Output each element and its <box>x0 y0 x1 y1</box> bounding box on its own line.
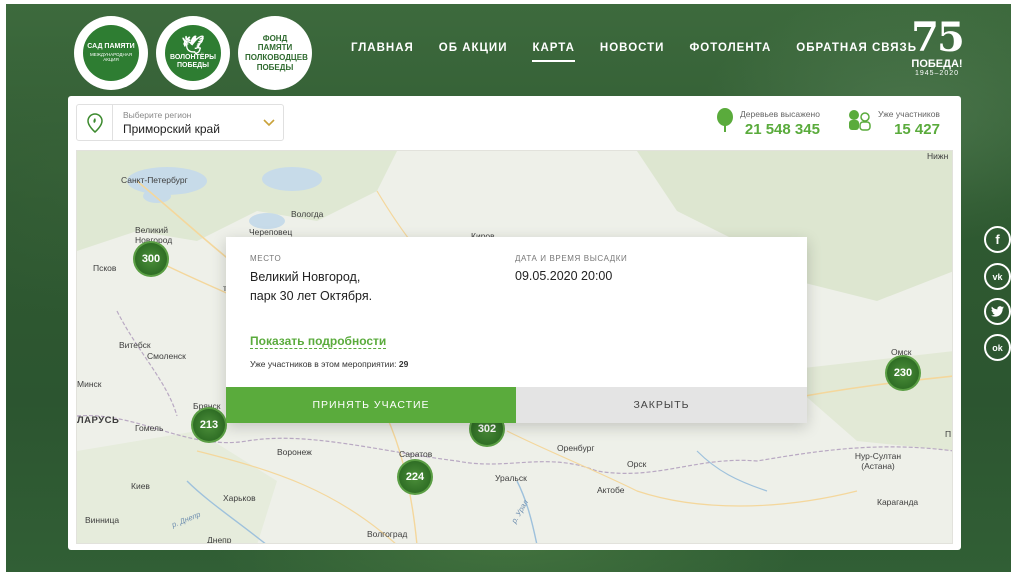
twitter-icon[interactable] <box>984 298 1011 325</box>
city-label: Орск <box>627 459 647 469</box>
city-label: Смоленск <box>147 351 186 361</box>
close-button[interactable]: ЗАКРЫТЬ <box>516 387 807 423</box>
city-label: Волгоград <box>367 529 408 539</box>
event-participants: Уже участников в этом мероприятии: 29 <box>250 359 408 369</box>
nav-item-photos[interactable]: ФОТОЛЕНТА <box>689 42 771 54</box>
map-cluster-marker[interactable]: 230 <box>885 355 921 391</box>
map-edge-letter: П <box>945 429 952 439</box>
city-label: Псков <box>93 263 117 273</box>
nav-item-home[interactable]: ГЛАВНАЯ <box>351 42 414 54</box>
volunteers-of-victory-logo[interactable]: 🕊 ВОЛОНТЁРЫ ПОБЕДЫ <box>156 16 230 90</box>
victory-commanders-fund-logo[interactable]: ФОНД ПАМЯТИ ПОЛКОВОДЦЕВ ПОБЕДЫ <box>238 16 312 90</box>
place-value-line1: Великий Новгород, <box>250 270 361 284</box>
vk-icon[interactable]: vk <box>984 263 1011 290</box>
event-participants-label: Уже участников в этом мероприятии: <box>250 359 397 369</box>
city-label: Нур-Султан (Астана) <box>854 451 902 471</box>
people-icon <box>846 108 872 137</box>
facebook-icon[interactable]: f <box>984 226 1011 253</box>
participants-label: Уже участников <box>878 109 940 119</box>
city-label: Минск <box>77 379 102 389</box>
city-label: Актобе <box>597 485 625 495</box>
region-select[interactable]: Выберите регион Приморский край <box>76 104 284 141</box>
date-label: ДАТА И ВРЕМЯ ВЫСАДКИ <box>515 254 628 263</box>
city-label: Гомель <box>135 423 164 433</box>
tree-icon <box>716 108 734 139</box>
nav-item-map[interactable]: КАРТА <box>532 42 576 62</box>
garden-of-memory-logo[interactable]: САД ПАМЯТИ МЕЖДУНАРОДНАЯ АКЦИЯ <box>74 16 148 90</box>
nav-item-about[interactable]: ОБ АКЦИИ <box>439 42 508 54</box>
city-label: Караганда <box>877 497 919 507</box>
trees-planted-value: 21 548 345 <box>744 121 820 138</box>
event-participants-count: 29 <box>398 359 409 369</box>
event-popup: МЕСТО Великий Новгород, парк 30 лет Октя… <box>226 237 807 423</box>
region-select-value: Приморский край <box>123 121 220 136</box>
city-label: Киев <box>131 481 150 491</box>
join-button[interactable]: ПРИНЯТЬ УЧАСТИЕ <box>226 387 516 423</box>
city-label: Витебск <box>119 340 151 350</box>
city-label: ЛАРУСЬ <box>77 415 120 426</box>
volunteers-logo-title: ВОЛОНТЁРЫ ПОБЕДЫ <box>169 54 217 69</box>
city-label: Оренбург <box>557 443 595 453</box>
place-value-line2: парк 30 лет Октября. <box>250 289 373 303</box>
show-details-link[interactable]: Показать подробности <box>250 334 387 349</box>
map-cluster-marker[interactable]: 300 <box>133 241 169 277</box>
trees-planted-stat: Деревьев высажено 21 548 345 <box>716 108 820 140</box>
main-navigation: ГЛАВНАЯ ОБ АКЦИИ КАРТА НОВОСТИ ФОТОЛЕНТА… <box>351 42 942 62</box>
city-label: Нижн <box>927 151 949 161</box>
odnoklassniki-icon[interactable]: ok <box>984 334 1011 361</box>
participants-value: 15 427 <box>894 121 940 138</box>
fund-logo-title: ФОНД ПАМЯТИ ПОЛКОВОДЦЕВ ПОБЕДЫ <box>245 33 308 72</box>
dove-icon: 🕊 <box>181 35 205 56</box>
city-label: Винница <box>85 515 120 525</box>
victory-word: ПОБЕДА! <box>911 58 963 70</box>
city-label: Вологда <box>291 209 324 219</box>
trees-planted-label: Деревьев высажено <box>740 109 820 119</box>
map-cluster-marker[interactable]: 224 <box>397 459 433 495</box>
map-cluster-marker[interactable]: 213 <box>191 407 227 443</box>
city-label: Воронеж <box>277 447 312 457</box>
date-value: 09.05.2020 20:00 <box>515 269 613 283</box>
garden-logo-subtitle: МЕЖДУНАРОДНАЯ АКЦИЯ <box>90 52 132 63</box>
nav-item-news[interactable]: НОВОСТИ <box>600 42 665 54</box>
city-label: Днепр <box>207 535 232 544</box>
garden-logo-title: САД ПАМЯТИ <box>87 42 135 50</box>
participants-stat: Уже участников 15 427 <box>846 108 940 140</box>
city-label: Саратов <box>399 449 433 459</box>
city-label: Харьков <box>223 493 256 503</box>
location-pin-icon <box>77 105 113 140</box>
region-select-label: Выберите регион <box>123 109 192 120</box>
victory-number: 75 <box>911 14 965 61</box>
place-label: МЕСТО <box>250 254 282 263</box>
nav-item-feedback[interactable]: ОБРАТНАЯ СВЯЗЬ <box>796 42 917 54</box>
victory-75-logo: 75 ПОБЕДА! 1945–2020 <box>902 14 972 78</box>
chevron-down-icon <box>255 118 283 127</box>
city-label: Череповец <box>249 227 293 237</box>
city-label: Уральск <box>495 473 527 483</box>
city-label: Санкт-Петербург <box>121 175 188 185</box>
victory-years: 1945–2020 <box>914 70 960 77</box>
